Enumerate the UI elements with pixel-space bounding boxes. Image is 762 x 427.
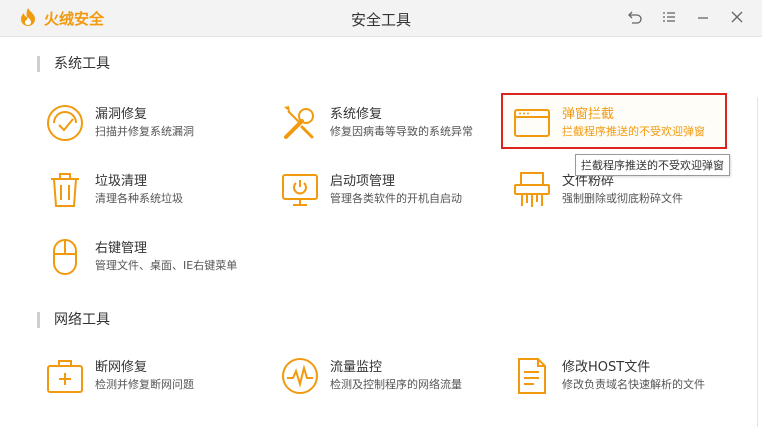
tool-name: 系统修复 [330, 107, 383, 122]
tool-desc: 修复因病毒等导致的系统异常 [330, 125, 473, 138]
tool-system-repair[interactable]: 系统修复 修复因病毒等导致的系统异常 [280, 101, 495, 151]
tool-desc: 强制删除或彻底粉碎文件 [562, 192, 683, 205]
tool-popup-block[interactable]: 弹窗拦截 拦截程序推送的不受欢迎弹窗 [512, 101, 727, 151]
mouse-icon [45, 237, 85, 277]
tool-name: 右键管理 [95, 241, 148, 256]
trash-icon [45, 170, 85, 210]
shield-check-icon [45, 103, 85, 143]
tooltip: 拦截程序推送的不受欢迎弹窗 [575, 154, 730, 176]
tool-desc: 修改负责域名快速解析的文件 [562, 378, 705, 391]
tool-desc: 检测并修复断网问题 [95, 378, 194, 391]
window-title: 安全工具 [350, 11, 411, 29]
undo-icon[interactable] [627, 9, 643, 25]
tool-name: 弹窗拦截 [562, 107, 615, 122]
section-system-tools: 系统工具 [37, 56, 110, 72]
shredder-icon [512, 170, 552, 210]
close-icon[interactable] [729, 9, 745, 25]
tool-host-edit[interactable]: 修改HOST文件 修改负责域名快速解析的文件 [512, 354, 727, 404]
tool-net-repair[interactable]: 断网修复 检测并修复断网问题 [45, 354, 260, 404]
pulse-gauge-icon [280, 356, 320, 396]
tool-desc: 拦截程序推送的不受欢迎弹窗 [562, 125, 705, 138]
tool-name: 断网修复 [95, 360, 148, 375]
tool-name: 修改HOST文件 [562, 360, 651, 375]
tool-desc: 扫描并修复系统漏洞 [95, 125, 194, 138]
tool-name: 启动项管理 [330, 174, 396, 189]
menu-icon[interactable] [661, 9, 677, 25]
title-bar: 火绒安全 安全工具 [0, 0, 762, 37]
wrench-screwdriver-icon [280, 103, 320, 143]
tool-context-menu[interactable]: 右键管理 管理文件、桌面、IE右键菜单 [45, 235, 260, 285]
document-icon [512, 356, 552, 396]
tool-startup-mgmt[interactable]: 启动项管理 管理各类软件的开机自启动 [280, 168, 495, 218]
minimize-icon[interactable] [695, 9, 711, 25]
tool-desc: 清理各种系统垃圾 [95, 192, 183, 205]
first-aid-icon [45, 356, 85, 396]
monitor-power-icon [280, 170, 320, 210]
tool-desc: 检测及控制程序的网络流量 [330, 378, 462, 391]
tool-name: 漏洞修复 [95, 107, 148, 122]
tool-desc: 管理文件、桌面、IE右键菜单 [95, 259, 238, 272]
tool-junk-clean[interactable]: 垃圾清理 清理各种系统垃圾 [45, 168, 260, 218]
tool-name: 流量监控 [330, 360, 383, 375]
tool-desc: 管理各类软件的开机自启动 [330, 192, 462, 205]
section-network-tools: 网络工具 [37, 312, 110, 328]
scrollbar[interactable] [757, 97, 758, 427]
tool-leak-repair[interactable]: 漏洞修复 扫描并修复系统漏洞 [45, 101, 260, 151]
tool-name: 垃圾清理 [95, 174, 148, 189]
tools-panel: 系统工具 漏洞修复 扫描并修复系统漏洞 系统修复 修复因病毒等导致的系统异常 弹… [0, 37, 762, 427]
tool-traffic-monitor[interactable]: 流量监控 检测及控制程序的网络流量 [280, 354, 495, 404]
window-icon [512, 103, 552, 143]
